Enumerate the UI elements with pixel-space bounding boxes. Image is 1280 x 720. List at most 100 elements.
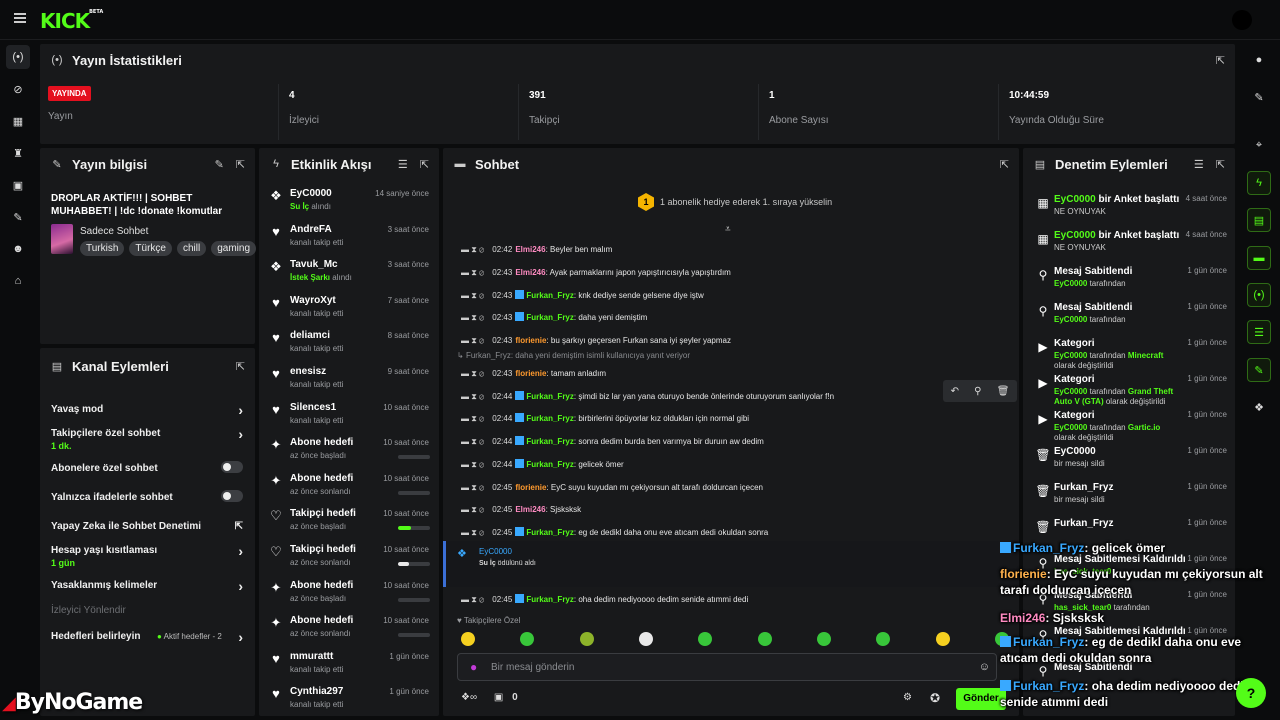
audit-item[interactable]: ▶ Kategori EyC0000 tarafından Grand Theft …: [1029, 372, 1229, 406]
settings-icon[interactable]: ⚙: [903, 692, 912, 703]
chat-username[interactable]: Elmi246: [515, 505, 545, 514]
tag[interactable]: Türkçe: [129, 241, 172, 256]
activity-item[interactable]: ♥ Silences1 kanalı takip etti 10 saat önce: [265, 398, 433, 434]
chat-message[interactable]: ▬ ⧗ ⊘ 02:43 florienie: bu şarkıyı geçersen…: [461, 334, 981, 348]
tag[interactable]: Turkish: [80, 241, 125, 256]
pinned-gift-banner[interactable]: 1 1 abonelik hediye ederek 1. sıraya yük…: [638, 193, 832, 211]
user-avatar[interactable]: [1232, 10, 1252, 30]
chat-username[interactable]: florienie: [515, 336, 546, 345]
chat-message[interactable]: ▬ ⧗ ⊘ 02:45 Furkan_Fryz: eg de dedikl daha…: [461, 526, 981, 540]
activity-item[interactable]: ❖ Tavuk_Mc İstek Şarkı alındı 3 saat önce: [265, 255, 433, 291]
chat-message[interactable]: ▬ ⧗ ⊘ 02:44 Furkan_Fryz: birbirlerini öpüy…: [461, 412, 981, 426]
mod-icons[interactable]: ▬ ⧗ ⊘: [461, 460, 484, 469]
chat-username[interactable]: Furkan_Fryz: [526, 460, 574, 469]
popout-icon[interactable]: ⇱: [236, 360, 245, 373]
emoji-icon[interactable]: ☺: [979, 661, 990, 673]
emote[interactable]: [935, 632, 950, 646]
emote[interactable]: [638, 632, 653, 646]
audit-item[interactable]: 🗑 Furkan_Fryz bir mesajı sildi 1 gün önce: [1029, 480, 1229, 514]
mod-icons[interactable]: ▬ ⧗ ⊘: [461, 392, 484, 401]
audit-item[interactable]: ⚲ Mesaj Sabitlendi EyC0000 tarafından 1 gün…: [1029, 300, 1229, 334]
pencil-icon[interactable]: ✎: [1247, 85, 1271, 109]
activity-item[interactable]: ♥ mmurattt kanalı takip etti 1 gün önce: [265, 647, 433, 683]
filter-icon[interactable]: ☰: [398, 158, 408, 171]
channel-points-icon[interactable]: ❖∞: [461, 692, 477, 703]
list-icon[interactable]: ☰: [1247, 320, 1271, 344]
filter-icon[interactable]: ☰: [1194, 158, 1204, 171]
tag[interactable]: gaming: [211, 241, 257, 256]
activity-item[interactable]: ♥ enesisz kanalı takip etti 9 saat önce: [265, 362, 433, 398]
activity-item[interactable]: ♡ Takipçi hedefi az önce başladı 10 saat ön…: [265, 504, 433, 540]
trophy-icon[interactable]: ♜: [6, 141, 30, 165]
chat-message[interactable]: ▬ ⧗ ⊘ 02:44 Furkan_Fryz: sonra dedim burda…: [461, 435, 981, 449]
lightning-icon[interactable]: ϟ: [1247, 171, 1271, 195]
chat-message[interactable]: ▬ ⧗ ⊘ 02:43 Furkan_Fryz: knk dediye sende …: [461, 289, 981, 303]
mod-icons[interactable]: ▬ ⧗ ⊘: [461, 268, 484, 277]
mod-icons[interactable]: ▬ ⧗ ⊘: [461, 369, 484, 378]
chat-message[interactable]: ▬ ⧗ ⊘ 02:42 Elmi246: Beyler ben malım: [461, 243, 981, 257]
mod-icons[interactable]: ▬ ⧗ ⊘: [461, 483, 484, 492]
chat-username[interactable]: Furkan_Fryz: [526, 291, 574, 300]
tag[interactable]: chill: [176, 241, 207, 256]
document-icon[interactable]: ▤: [1247, 208, 1271, 232]
wrench-icon[interactable]: ✎: [1247, 358, 1271, 382]
popout-icon[interactable]: ⇱: [236, 158, 245, 171]
mod-tools-icon[interactable]: ✪: [930, 691, 940, 705]
audit-item[interactable]: 🗑 EyC0000 bir mesajı sildi 1 gün önce: [1029, 444, 1229, 478]
account-age-row[interactable]: Hesap yaşı kısıtlaması 1 gün ›: [51, 543, 247, 568]
audit-item[interactable]: ▦ EyC0000 bir Anket başlattı NE OYNUYAK 4 s…: [1029, 192, 1229, 226]
chat-username[interactable]: florienie: [515, 483, 546, 492]
mod-icons[interactable]: ▬ ⧗ ⊘: [461, 291, 484, 300]
focus-icon[interactable]: ⌖: [1247, 133, 1271, 157]
chat-username[interactable]: Furkan_Fryz: [526, 437, 574, 446]
category-name[interactable]: Sadece Sohbet: [80, 226, 148, 237]
gift-icon[interactable]: ❖: [1247, 395, 1271, 419]
emote[interactable]: [579, 632, 594, 646]
emote[interactable]: [461, 632, 475, 646]
activity-item[interactable]: ✦ Abone hedefi az önce başladı 10 saat önce: [265, 576, 433, 612]
audit-item[interactable]: ▦ EyC0000 bir Anket başlattı NE OYNUYAK 4 s…: [1029, 228, 1229, 262]
slow-mode-row[interactable]: Yavaş mod ›: [51, 402, 247, 418]
chat-username[interactable]: florienie: [515, 369, 546, 378]
mod-icons[interactable]: ▬ ⧗ ⊘: [461, 528, 484, 537]
activity-item[interactable]: ✦ Abone hedefi az önce sonlandı 10 saat önc…: [265, 611, 433, 647]
send-button[interactable]: Gönder: [956, 688, 1006, 710]
activity-item[interactable]: ❖ EyC0000 Su İç alındı 14 saniye önce: [265, 184, 433, 220]
shop-icon[interactable]: ▣: [494, 692, 503, 703]
followers-only-row[interactable]: Takipçilere özel sohbet 1 dk. ›: [51, 426, 247, 451]
ai-moderation-row[interactable]: Yapay Zeka ile Sohbet Denetimi ⇱: [51, 521, 247, 532]
activity-item[interactable]: ♥ AndreFA kanalı takip etti 3 saat önce: [265, 220, 433, 256]
analytics-icon[interactable]: ▦: [6, 109, 30, 133]
chat-message[interactable]: ▬ ⧗ ⊘ 02:43 Furkan_Fryz: daha yeni demişti…: [461, 311, 981, 325]
chat-message[interactable]: ▬ ⧗ ⊘ 02:43 florienie: tamam anladım: [461, 367, 981, 381]
bot-icon[interactable]: ⌂: [6, 269, 30, 293]
activity-item[interactable]: ✦ Abone hedefi az önce başladı 10 saat önce: [265, 433, 433, 469]
mod-icons[interactable]: ▬ ⧗ ⊘: [461, 414, 484, 423]
reward-user[interactable]: EyC0000: [479, 547, 512, 556]
chat-icon[interactable]: ▬: [1247, 246, 1271, 270]
info-icon[interactable]: ●: [1247, 48, 1271, 72]
activity-item[interactable]: ✦ Abone hedefi az önce sonlandı 10 saat önc…: [265, 469, 433, 505]
chat-message[interactable]: ▬ ⧗ ⊘ 02:45 Furkan_Fryz: oha dedim nediyoo…: [461, 593, 981, 607]
chat-message[interactable]: ▬ ⧗ ⊘ 02:45 florienie: EyC suyu kuyudan mı…: [461, 481, 981, 495]
chat-username[interactable]: Elmi246: [515, 268, 545, 277]
chat-input[interactable]: ● Bir mesaj gönderin ☺: [457, 653, 997, 681]
goals-row[interactable]: Hedefleri belirleyin ● Aktif hedefler - 2…: [51, 629, 247, 645]
activity-item[interactable]: ♡ Takipçi hedefi az önce sonlandı 10 saat ö…: [265, 540, 433, 576]
broadcast-icon[interactable]: (•): [1247, 283, 1271, 307]
mod-icons[interactable]: ▬ ⧗ ⊘: [461, 595, 484, 604]
emote[interactable]: [698, 632, 713, 646]
popout-icon[interactable]: ⇱: [1216, 54, 1225, 67]
menu-icon[interactable]: [14, 13, 26, 23]
mod-icons[interactable]: ▬ ⧗ ⊘: [461, 505, 484, 514]
help-icon[interactable]: ?: [1236, 678, 1266, 708]
activity-item[interactable]: ♥ deliamci kanalı takip etti 8 saat önce: [265, 326, 433, 362]
popout-icon[interactable]: ⇱: [1000, 158, 1009, 171]
banned-words-row[interactable]: Yasaklanmış kelimeler ›: [51, 578, 247, 594]
emote[interactable]: [816, 632, 831, 646]
chat-username[interactable]: Furkan_Fryz: [526, 528, 574, 537]
chat-username[interactable]: Elmi246: [515, 245, 545, 254]
activity-item[interactable]: ♥ WayroXyt kanalı takip etti 7 saat önce: [265, 291, 433, 327]
popout-icon[interactable]: ⇱: [420, 158, 429, 171]
chat-message[interactable]: ▬ ⧗ ⊘ 02:43 Elmi246: Ayak parmaklarını jap…: [461, 266, 981, 280]
